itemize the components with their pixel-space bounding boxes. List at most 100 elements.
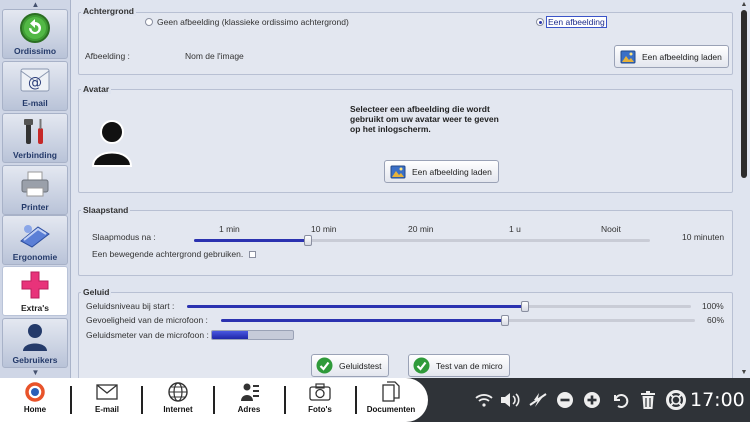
sleep-slider[interactable] — [194, 235, 650, 246]
sidebar-item-extras[interactable]: Extra's — [2, 266, 68, 316]
check-icon — [413, 357, 430, 374]
camera-icon — [309, 381, 331, 403]
section-title: Slaapstand — [81, 205, 131, 215]
taskbar-divider — [141, 386, 143, 414]
sidebar-item-label: Verbinding — [13, 150, 57, 160]
slider-handle[interactable] — [521, 301, 529, 312]
user-silhouette-icon — [18, 320, 52, 354]
svg-text:@: @ — [28, 75, 42, 91]
sidebar-item-ordissimo[interactable]: Ordissimo — [2, 9, 68, 59]
sleep-section: Slaapstand 1 min 10 min 20 min 1 u Nooit… — [78, 205, 733, 276]
sleep-tick-1min: 1 min — [219, 224, 240, 234]
taskbar-divider — [70, 386, 72, 414]
taskbar-email[interactable]: E-mail — [75, 381, 139, 419]
section-title: Achtergrond — [81, 6, 136, 16]
zoom-out-icon[interactable] — [554, 378, 576, 422]
sidebar-scroll-down-icon[interactable]: ▼ — [0, 368, 71, 377]
slider-handle[interactable] — [501, 315, 509, 326]
ordissimo-logo-icon — [24, 381, 46, 403]
sleep-mode-label: Slaapmodus na : — [92, 232, 156, 242]
tools-icon — [18, 115, 52, 149]
taskbar-divider — [284, 386, 286, 414]
taskbar-divider — [355, 386, 357, 414]
trash-icon[interactable] — [636, 378, 660, 422]
sleep-tick-nooit: Nooit — [601, 224, 621, 234]
mic-meter — [211, 330, 294, 340]
taskbar-documenten[interactable]: Documenten — [359, 381, 423, 419]
volume-slider[interactable] — [187, 301, 691, 312]
image-file-icon — [619, 48, 636, 65]
sidebar-item-gebruikers[interactable]: Gebruikers — [2, 318, 68, 368]
sleep-tick-1u: 1 u — [509, 224, 521, 234]
ergonomics-icon — [18, 217, 52, 251]
volume-value: 100% — [702, 301, 724, 311]
sidebar: ▲ Ordissimo @ E-mail Verbinding Printer … — [0, 0, 71, 378]
image-file-icon — [389, 163, 406, 180]
button-label: Een afbeelding laden — [642, 51, 722, 62]
button-label: Test van de micro — [436, 360, 503, 371]
mic-meter-label: Geluidsmeter van de microfoon : — [86, 330, 209, 340]
taskbar-label: Documenten — [366, 405, 416, 414]
taskbar-internet[interactable]: Internet — [146, 381, 210, 419]
button-label: Een afbeelding laden — [412, 166, 492, 177]
moving-background-checkbox[interactable] — [249, 251, 256, 258]
main-scrollbar[interactable]: ▲ ▼ — [738, 0, 750, 378]
globe-icon — [167, 381, 189, 403]
radio-image-label: Een afbeelding — [546, 16, 607, 28]
taskbar-home[interactable]: Home — [3, 381, 67, 419]
back-arrow-icon — [18, 11, 52, 45]
power-plug-icon[interactable] — [526, 378, 550, 422]
taskbar-label: E-mail — [94, 405, 119, 414]
sidebar-item-label: Ergonomie — [12, 252, 58, 262]
avatar-image[interactable] — [91, 118, 133, 168]
sidebar-item-label: Ordissimo — [13, 46, 57, 56]
avatar-load-image-button[interactable]: Een afbeelding laden — [384, 160, 499, 183]
check-icon — [316, 357, 333, 374]
printer-icon — [18, 167, 52, 201]
taskbar: Home E-mail Internet Adres Foto's Docume… — [0, 378, 750, 422]
sidebar-item-email[interactable]: @ E-mail — [2, 61, 68, 111]
documents-icon — [380, 381, 402, 403]
avatar-section: Avatar Selecteer een afbeelding die word… — [78, 84, 733, 193]
settings-panel: Achtergrond Geen afbeelding (klassieke o… — [72, 0, 738, 378]
email-at-icon: @ — [18, 63, 52, 97]
sidebar-item-ergonomie[interactable]: Ergonomie — [2, 215, 68, 265]
help-lifebuoy-icon[interactable] — [664, 378, 688, 422]
sidebar-item-printer[interactable]: Printer — [2, 165, 68, 215]
button-label: Geluidstest — [339, 360, 382, 371]
avatar-description: Selecteer een afbeelding die wordt gebru… — [350, 104, 499, 134]
image-label: Afbeelding : — [85, 51, 130, 61]
taskbar-label: Foto's — [308, 405, 332, 414]
section-title: Avatar — [81, 84, 112, 94]
sleep-value: 10 minuten — [682, 232, 725, 242]
sidebar-scroll-up-icon[interactable]: ▲ — [0, 0, 71, 9]
radio-image[interactable] — [536, 18, 544, 26]
taskbar-label: Adres — [237, 405, 261, 414]
sound-test-button[interactable]: Geluidstest — [311, 354, 389, 377]
volume-icon[interactable] — [498, 378, 522, 422]
slider-handle[interactable] — [304, 235, 312, 246]
taskbar-label: Home — [23, 405, 47, 414]
sleep-tick-10min: 10 min — [311, 224, 337, 234]
sleep-tick-20min: 20 min — [408, 224, 434, 234]
mic-sensitivity-slider[interactable] — [221, 315, 695, 326]
zoom-in-icon[interactable] — [580, 378, 604, 422]
sidebar-item-verbinding[interactable]: Verbinding — [2, 113, 68, 163]
radio-no-image[interactable] — [145, 18, 153, 26]
undo-arrow-icon[interactable] — [608, 378, 632, 422]
scroll-up-icon[interactable]: ▲ — [738, 0, 750, 10]
taskbar-adres[interactable]: Adres — [217, 381, 281, 419]
envelope-icon — [96, 381, 118, 403]
background-section: Achtergrond Geen afbeelding (klassieke o… — [78, 6, 733, 75]
mic-sensitivity-label: Gevoeligheid van de microfoon : — [86, 315, 208, 325]
wifi-icon[interactable] — [474, 378, 494, 422]
taskbar-fotos[interactable]: Foto's — [288, 381, 352, 419]
sidebar-item-label: E-mail — [22, 98, 48, 108]
background-load-image-button[interactable]: Een afbeelding laden — [614, 45, 729, 68]
scroll-down-icon[interactable]: ▼ — [738, 368, 750, 378]
scrollbar-thumb[interactable] — [741, 10, 747, 178]
plus-icon — [18, 268, 52, 302]
image-name: Nom de l'image — [185, 51, 244, 61]
taskbar-label: Internet — [163, 405, 193, 414]
mic-test-button[interactable]: Test van de micro — [408, 354, 510, 377]
